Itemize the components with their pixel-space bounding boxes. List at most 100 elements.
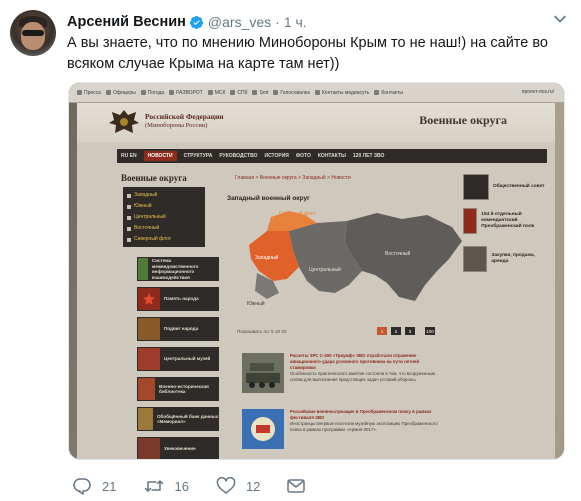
side-banner: Обобщённый банк данных «Мемориал» [137,407,219,431]
author-avatar[interactable] [10,10,56,56]
site-menu: RU EN НОВОСТИ СТРУКТУРА РУКОВОДСТВО ИСТО… [117,149,547,163]
separator-dot: · [275,14,280,30]
right-banner: Закупки, продажа, аренда [463,245,549,273]
museum-icon [138,348,160,370]
map-region-east [345,213,462,301]
tweet-header: Арсений Веснин @ars_ves · 1 ч. [67,13,307,31]
like-button[interactable]: 12 [216,477,260,495]
left-section-title: Военные округа [121,173,187,183]
reply-button[interactable]: 21 [72,477,116,495]
tank-icon [138,318,160,340]
bookmark-url: проект-поз.ru/ [521,89,554,95]
regiment-badge-icon [463,208,478,234]
site-org-line2: (Минобороны России) [145,122,208,129]
right-banner: Общественный совет [463,173,549,201]
avatar-sunglasses [22,30,44,36]
site-header: Российской Федерации (Минобороны России)… [77,103,555,143]
district-item: Северный флот [127,234,201,245]
menu-item: 120 ЛЕТ ЗВО [352,153,385,159]
page-button: 2 [391,327,401,335]
retweet-count: 16 [174,478,189,494]
bookmark-item: Контакты [374,90,403,96]
retweet-button[interactable]: 16 [144,477,189,495]
menu-item: РУКОВОДСТВО [219,153,258,159]
browser-bookmarks-bar: Пресса Офицеры Погода РАЗВОРОТ МСК СПб S… [69,83,564,103]
heart-icon [216,477,236,494]
author-name[interactable]: Арсений Веснин [67,14,186,30]
district-item: Центральный [127,212,201,223]
news-item: Российские военнослужащие в Преображенск… [290,409,440,433]
news-body: Особенность практического занятия состоя… [290,371,435,382]
bookmark-item: Офицеры [105,90,136,96]
menu-item: ФОТО [295,153,311,159]
district-list: Западный Южный Центральный Восточный Сев… [123,187,205,247]
tweet-actions: 21 16 12 [68,476,306,496]
side-banner: Подвиг народа [137,317,219,341]
news-title: Российские военнослужащие в Преображенск… [290,409,432,420]
chevron-down-icon[interactable] [553,12,567,26]
star-icon [138,288,160,310]
side-banner: Система межведомственного информационног… [137,257,219,281]
map-label-central: Центральный [309,266,341,273]
bookmark-item: СПб [230,90,247,96]
bookmark-item: РАЗВОРОТ [169,90,203,96]
bookmark-item: Погода [140,90,164,96]
map-label-north-fleet: Северный флот [279,210,317,217]
news-title: Расчеты ЗРС С-400 «Триумф» ЗВО отработал… [290,353,420,370]
side-banner: Увековечение [137,437,219,459]
double-headed-eagle-emblem-icon [109,110,139,133]
bookmark-item: Пресса [77,90,101,96]
menu-item: RU EN [121,153,137,159]
side-banner: Центральный музей [137,347,219,371]
news-item: Расчеты ЗРС С-400 «Триумф» ЗВО отработал… [290,353,440,383]
website-screen: Российской Федерации (Минобороны России)… [77,103,555,459]
reply-icon [73,478,91,495]
wreath-icon [138,438,160,459]
bookmark-item: Голосовалка [273,90,310,96]
menu-item: КОНТАКТЫ [317,153,346,159]
breadcrumb: Главная > Военные округа > Западный > Но… [235,175,351,181]
direct-message-button[interactable] [286,477,306,495]
reply-count: 21 [102,478,117,494]
badge-icon [138,258,148,280]
side-banner: Память народа [137,287,219,311]
memorial-icon [138,408,153,430]
right-banner: 154 й отдельный комендантский Преображен… [463,207,549,235]
avatar-face [21,22,45,50]
menu-item-news: НОВОСТИ [143,151,177,161]
news-image-event [242,409,284,449]
side-banner: Военно-историческая библиотека [137,377,219,401]
site-org-line1: Российской Федерации [145,112,224,121]
news-body: Иностранцы впервые посетили музейную экс… [290,421,438,432]
tweet-timestamp[interactable]: 1 ч. [284,14,307,30]
bookmark-item: МСК [207,90,225,96]
purchases-icon [463,246,488,272]
map-label-south: Южный [247,300,265,307]
like-count: 12 [245,478,261,494]
site-title: Военные округа [419,113,507,127]
map-label-west: Западный [255,254,279,261]
pagination: 1 2 3 100 [377,327,435,335]
district-item: Восточный [127,223,201,234]
envelope-icon [287,479,306,493]
menu-item: ИСТОРИЯ [264,153,289,159]
news-image-missile-launcher [242,353,284,393]
verified-badge-icon [189,15,203,29]
library-icon [138,378,156,400]
tweet-photo[interactable]: Пресса Офицеры Погода РАЗВОРОТ МСК СПб S… [68,82,565,460]
bookmark-item: Контакты медиаcуть [314,90,369,96]
map-label-east: Восточный [385,250,410,257]
menu-item: СТРУКТУРА [183,153,213,159]
district-item: Южный [127,201,201,212]
author-handle[interactable]: @ars_ves [208,14,271,30]
page-button: 3 [405,327,415,335]
pagination-label: Показывать по: 5 10 20 [237,329,287,334]
emblem-icon [463,174,489,200]
page-button: 1 [377,327,387,335]
bookmark-item: Smt [252,90,268,96]
page-button: 100 [425,327,435,335]
russia-map: Северный флот Западный Южный Центральный… [247,210,462,307]
tweet-text: А вы знаете, что по мнению Минобороны Кр… [67,35,548,72]
district-item: Западный [127,190,201,201]
retweet-icon [145,480,164,492]
